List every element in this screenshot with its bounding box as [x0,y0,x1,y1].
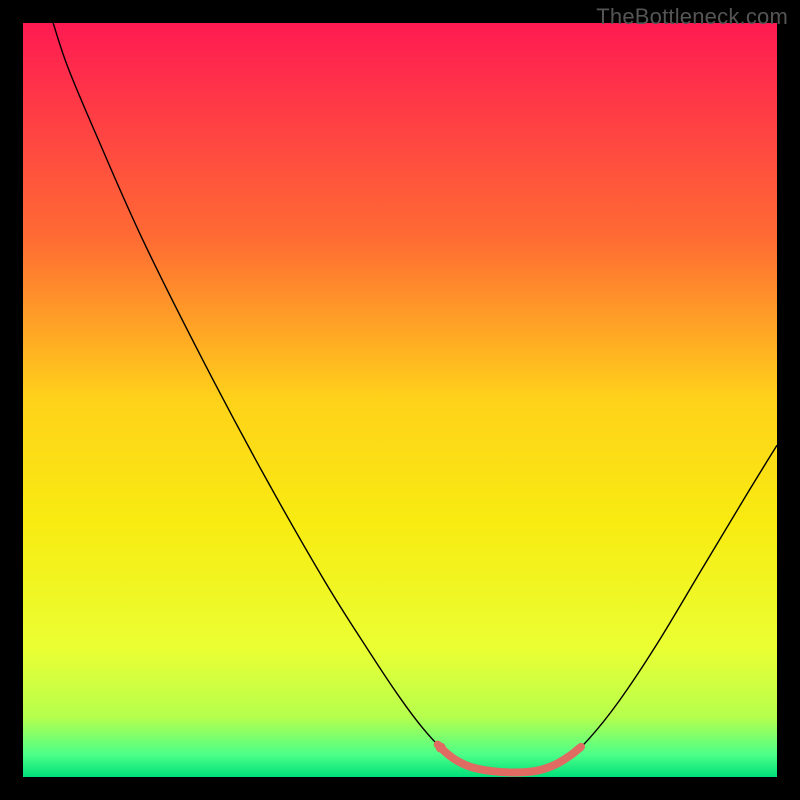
watermark-text: TheBottleneck.com [596,4,788,30]
chart-background [23,23,777,777]
chart-svg [23,23,777,777]
highlight-dot [436,743,446,753]
chart-area [23,23,777,777]
